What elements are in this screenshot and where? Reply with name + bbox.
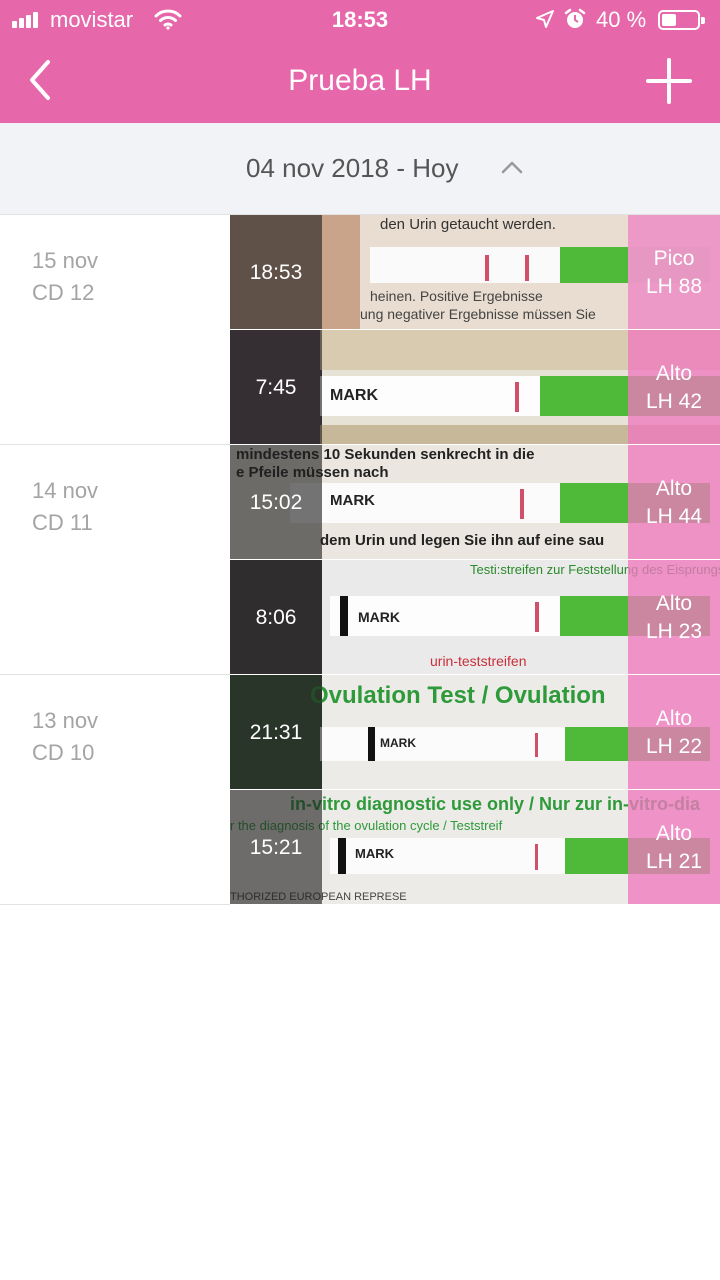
lh-result: Alto [655,362,693,385]
photo-text: MARK [355,846,395,861]
day-row: 15 nov CD 12 den Urin getaucht werden. h… [0,215,720,445]
test-entry[interactable]: den Urin getaucht werden. heinen. Positi… [230,215,720,330]
photo-text: urin-teststreifen [430,653,526,669]
test-entry[interactable]: Testi:streifen zur Feststellung des Eisp… [230,560,720,675]
alarm-icon [564,8,586,28]
page-title: Prueba LH [288,64,432,97]
test-time: 15:21 [249,836,303,859]
status-bar: movistar 18:53 40 % [0,0,720,40]
date-label: 04 nov 2018 - Hoy [246,153,459,183]
location-icon [536,10,554,28]
photo-text: MARK [330,387,378,404]
lh-level-badge: Alto LH 44 [628,445,720,559]
lh-level-badge: Alto LH 21 [628,790,720,904]
photo-text: dem Urin und legen Sie ihn auf eine sau [320,532,604,549]
cycle-day: CD 10 [32,740,95,765]
day-date: 14 nov [32,478,99,503]
lh-level-badge: Alto LH 22 [628,675,720,789]
chevron-up-icon[interactable] [500,159,524,175]
lh-value: LH 42 [645,390,703,413]
test-time: 15:02 [249,491,303,514]
day-date: 15 nov [32,248,99,273]
lh-value: LH 21 [645,850,703,873]
test-time: 21:31 [249,721,303,744]
photo-text: MARK [330,492,375,509]
photo-text: MARK [380,736,416,750]
day-label: 13 nov CD 10 [32,705,98,769]
day-label: 14 nov CD 11 [32,475,98,539]
photo-text: Ovulation Test / Ovulation [310,682,606,709]
lh-value: LH 88 [645,275,703,298]
lh-result: Alto [655,592,693,615]
photo-text: heinen. Positive Ergebnisse [370,288,543,304]
battery-icon [658,10,705,30]
test-entry[interactable]: Ovulation Test / Ovulation MARK 21:31 Al… [230,675,720,790]
lh-level-badge: Pico LH 88 [628,215,720,329]
test-time: 8:06 [255,606,297,629]
lh-value: LH 22 [645,735,703,758]
day-label: 15 nov CD 12 [32,245,98,309]
lh-value: LH 44 [645,505,703,528]
add-test-button[interactable] [646,58,692,104]
lh-result: Alto [655,707,693,730]
plus-icon [646,58,692,104]
lh-result: Alto [655,477,693,500]
test-entry[interactable]: MARK 7:45 Alto LH 42 [230,330,720,445]
test-time: 7:45 [255,376,297,399]
lh-level-badge: Alto LH 23 [628,560,720,674]
photo-text: MARK [358,609,400,625]
day-row: 13 nov CD 10 Ovulation Test / Ovulation … [0,675,720,905]
photo-text: ung negativer Ergebnisse müssen Sie [360,306,596,322]
app-header: movistar 18:53 40 % Prueba LH [0,0,720,123]
photo-text: den Urin getaucht werden. [380,216,556,233]
test-entry[interactable]: in-vitro diagnostic use only / Nur zur i… [230,790,720,905]
battery-percentage: 40 % [596,7,647,32]
date-header[interactable]: 04 nov 2018 - Hoy [0,123,720,215]
test-time: 18:53 [249,261,303,284]
day-row: 14 nov CD 11 mindestens 10 Sekunden senk… [0,445,720,675]
cycle-day: CD 11 [32,510,93,535]
day-date: 13 nov [32,708,99,733]
test-entry[interactable]: mindestens 10 Sekunden senkrecht in die … [230,445,720,560]
lh-result: Pico [653,247,695,270]
lh-value: LH 23 [645,620,703,643]
lh-result: Alto [655,822,693,845]
cycle-day: CD 12 [32,280,95,305]
lh-level-badge: Alto LH 42 [628,330,720,444]
